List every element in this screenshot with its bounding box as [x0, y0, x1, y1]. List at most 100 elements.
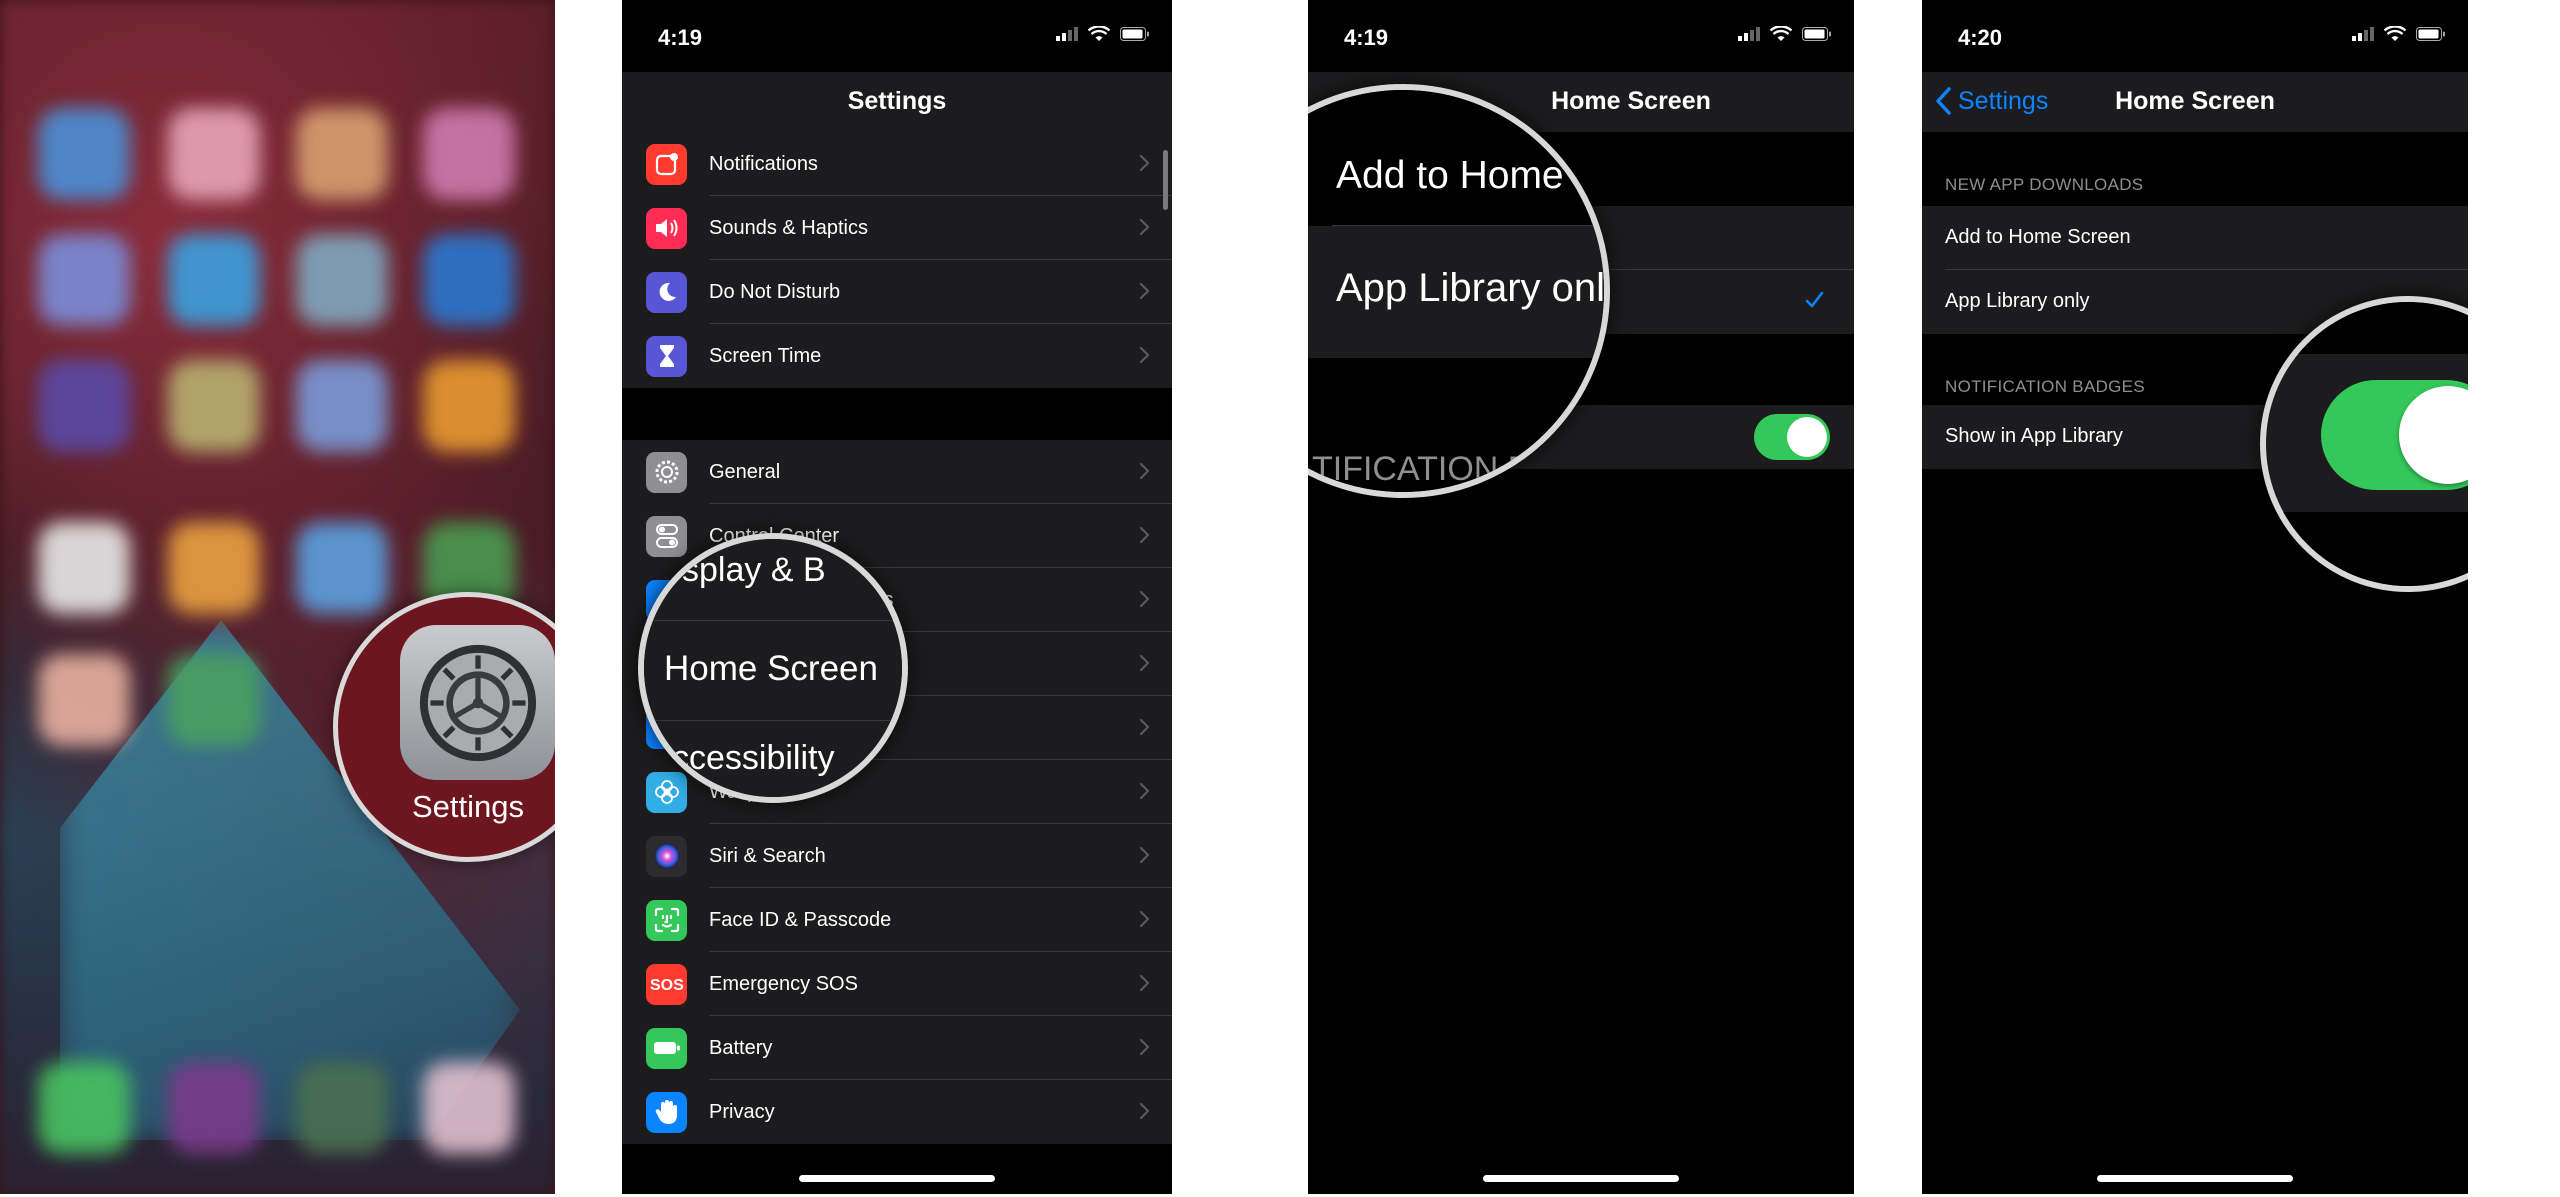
blurred-dock-icon: [423, 1062, 515, 1154]
home-screen-panel: Settings: [0, 0, 555, 1194]
navigation-bar: Settings Home Screen: [1922, 72, 2468, 132]
settings-row-label: Privacy: [709, 1100, 775, 1123]
signal-icon: [2352, 27, 2374, 41]
blurred-app-icon: [168, 654, 260, 746]
settings-row-privacy[interactable]: Privacy: [622, 1080, 1172, 1144]
status-bar: 4:19: [1308, 0, 1854, 70]
blurred-app-icon: [423, 234, 515, 326]
face-id-icon: [646, 899, 687, 941]
settings-row-label: Do Not Disturb: [709, 280, 841, 303]
tutorial-collage: Settings 4:19 Settings Notifications Soun…: [0, 0, 2560, 1197]
settings-row-do-not-disturb[interactable]: Do Not Disturb: [622, 260, 1172, 324]
settings-row-notifications[interactable]: Notifications: [622, 132, 1172, 196]
checkmark-icon: [1805, 291, 1824, 308]
settings-row-label: Screen Time: [709, 344, 822, 367]
settings-row-screen-time[interactable]: Screen Time: [622, 324, 1172, 388]
signal-icon: [1738, 27, 1760, 41]
magnified-section-header: TIFICATION B: [1312, 450, 1531, 488]
status-bar: 4:19: [622, 0, 1172, 70]
svg-text:SOS: SOS: [650, 977, 684, 994]
home-screen-magnifier: splay & B Home Screen ccessibility: [638, 533, 908, 803]
home-indicator[interactable]: [2097, 1175, 2293, 1182]
magnified-home-screen-label[interactable]: Home Screen: [664, 649, 878, 689]
chevron-right-icon: [1139, 846, 1150, 869]
settings-row-face-id-and-passcode[interactable]: Face ID & Passcode: [622, 888, 1172, 952]
wifi-icon: [2384, 26, 2406, 41]
settings-row-sounds-and-haptics[interactable]: Sounds & Haptics: [622, 196, 1172, 260]
blurred-app-icon: [168, 522, 260, 614]
settings-row-battery[interactable]: Battery: [622, 1016, 1172, 1080]
status-icons: [1738, 26, 1832, 42]
blurred-app-icon: [168, 360, 260, 452]
toggle-magnifier: [2260, 296, 2468, 592]
status-bar: 4:20: [1922, 0, 2468, 70]
wifi-icon: [1088, 26, 1110, 41]
blurred-app-icon: [168, 108, 260, 200]
settings-row-label: Notifications: [709, 152, 818, 175]
moon-icon: [646, 271, 687, 313]
blurred-app-icon: [38, 654, 130, 746]
add-to-home-screen-option[interactable]: Add to Home Screen: [1922, 206, 2468, 270]
chevron-right-icon: [1139, 462, 1150, 485]
page-title: Home Screen: [2115, 87, 2275, 115]
blurred-app-icon: [38, 234, 130, 326]
notifications-icon: [646, 143, 687, 185]
blurred-app-icon: [296, 234, 388, 326]
magnified-display-label: splay & B: [682, 551, 826, 589]
notification-badges-header: NOTIFICATION BADGES: [1945, 377, 2145, 396]
wifi-icon: [1770, 26, 1792, 41]
blurred-dock-icon: [296, 1062, 388, 1154]
battery-status-icon: [2416, 27, 2445, 41]
magnified-add-to-home-screen[interactable]: Add to Home Scr: [1336, 154, 1604, 198]
new-app-downloads-header: NEW APP DOWNLOADS: [1945, 175, 2144, 194]
chevron-right-icon: [1139, 154, 1150, 177]
options-magnifier: Add to Home Scr App Library only TIFICAT…: [1308, 84, 1610, 498]
blurred-app-icon: [296, 108, 388, 200]
battery-status-icon: [1120, 27, 1149, 41]
show-in-app-library-label: Show in App Library: [1945, 425, 2123, 447]
settings-row-label: General: [709, 460, 781, 483]
status-icons: [1056, 26, 1150, 42]
chevron-right-icon: [1139, 654, 1150, 677]
add-to-home-screen-label: Add to Home Screen: [1945, 226, 2131, 248]
blurred-dock-icon: [38, 1062, 130, 1154]
blurred-app-icon: [423, 108, 515, 200]
show-in-app-library-toggle[interactable]: [2321, 380, 2468, 490]
home-indicator[interactable]: [1483, 1175, 1679, 1182]
blurred-app-icon: [168, 234, 260, 326]
status-time: 4:19: [1344, 25, 1389, 50]
siri-icon: [646, 835, 687, 877]
blurred-dock-icon: [168, 1062, 260, 1154]
settings-row-emergency-sos[interactable]: SOS Emergency SOS: [622, 952, 1172, 1016]
signal-icon: [1056, 27, 1078, 41]
home-indicator[interactable]: [799, 1175, 995, 1182]
hourglass-icon: [646, 335, 687, 377]
settings-row-general[interactable]: General: [622, 440, 1172, 504]
status-time: 4:19: [658, 25, 703, 50]
settings-app-label: Settings: [411, 789, 524, 824]
chevron-right-icon: [1139, 526, 1150, 549]
show-in-app-library-toggle[interactable]: [1754, 414, 1830, 460]
sounds-icon: [646, 207, 687, 249]
home-screen-settings-panel: 4:20 Settings Home Screen NEW APP DOWNLO…: [1922, 0, 2468, 1194]
home-screen-settings-panel-zoomed: 4:19 Home Screen Add to Home Scr App Lib…: [1308, 0, 1854, 1194]
blurred-app-icon: [296, 522, 388, 614]
navigation-bar: Settings: [622, 72, 1172, 132]
settings-row-siri-and-search[interactable]: Siri & Search: [622, 824, 1172, 888]
chevron-right-icon: [1139, 282, 1150, 305]
settings-app-icon[interactable]: [400, 625, 555, 780]
chevron-right-icon: [1139, 1038, 1150, 1061]
status-time: 4:20: [1958, 25, 2003, 50]
scroll-indicator[interactable]: [1163, 150, 1168, 210]
settings-screen-panel: 4:19 Settings Notifications Sounds & Hapt…: [622, 0, 1172, 1194]
magnified-app-library-only[interactable]: App Library only: [1336, 266, 1604, 311]
settings-row-label: Face ID & Passcode: [709, 908, 892, 931]
battery-icon: [646, 1027, 687, 1069]
status-icons: [2352, 26, 2446, 42]
page-title: Settings: [847, 87, 947, 115]
blurred-app-icon: [38, 360, 130, 452]
sos-icon: SOS: [646, 963, 687, 1005]
settings-row-label: Battery: [709, 1036, 773, 1059]
settings-row-label: Emergency SOS: [709, 972, 858, 995]
hand-icon: [646, 1091, 687, 1133]
